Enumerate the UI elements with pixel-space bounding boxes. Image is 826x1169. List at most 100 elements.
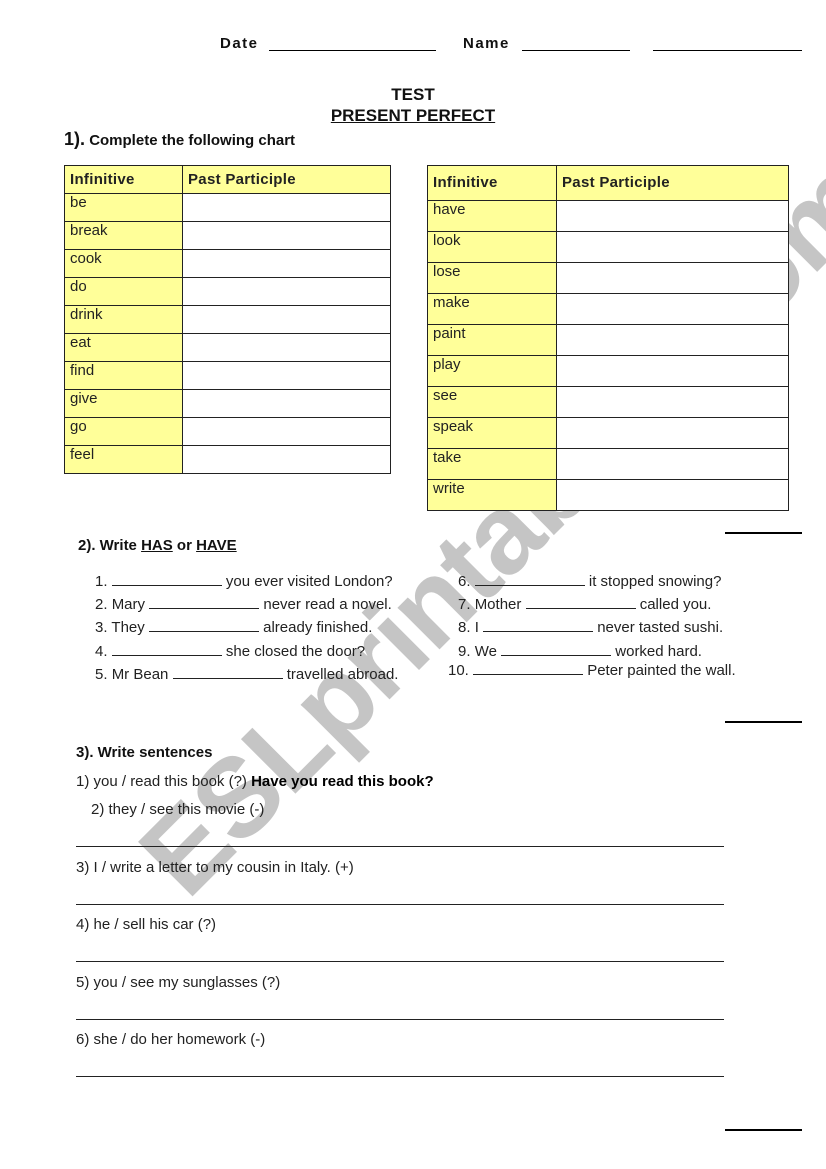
item-rest: Peter painted the wall. xyxy=(587,662,736,679)
item-subject: I xyxy=(474,619,479,636)
item-rest: travelled abroad. xyxy=(286,666,399,683)
item-number: 1. xyxy=(95,573,108,590)
item-rest: already finished. xyxy=(263,619,373,636)
name-label: Name xyxy=(463,35,510,52)
exercise2-item: 2. Mary never read a novel. xyxy=(95,595,392,613)
exercise2-item: 10. Peter painted the wall. xyxy=(448,661,736,679)
date-label: Date xyxy=(220,35,259,52)
table-row: look xyxy=(427,231,789,263)
answer-blank[interactable] xyxy=(483,618,594,632)
item-rest: it stopped snowing? xyxy=(588,573,722,590)
item-subject: We xyxy=(474,643,497,660)
past-participle-cell[interactable] xyxy=(182,417,391,446)
past-participle-cell[interactable] xyxy=(182,445,391,474)
past-participle-cell[interactable] xyxy=(556,355,789,387)
item-number: 5. xyxy=(95,666,108,683)
item-rest: worked hard. xyxy=(615,643,702,660)
past-participle-cell[interactable] xyxy=(556,293,789,325)
item-number: 4. xyxy=(95,643,108,660)
item-subject: Mother xyxy=(474,596,522,613)
infinitive-cell: take xyxy=(427,448,557,480)
table-row: write xyxy=(427,479,789,511)
section2-heading: 2). Write HAS or HAVE xyxy=(78,537,237,554)
item-number: 3. xyxy=(95,619,108,636)
section1-number: 1). xyxy=(64,129,86,149)
extra-field[interactable] xyxy=(653,50,802,51)
answer-line[interactable] xyxy=(76,904,724,905)
past-participle-cell[interactable] xyxy=(182,389,391,418)
answer-blank[interactable] xyxy=(148,618,259,632)
or-word: or xyxy=(176,537,192,554)
infinitive-cell: break xyxy=(64,221,183,250)
infinitive-cell: lose xyxy=(427,262,557,294)
score-line-1[interactable] xyxy=(725,532,802,534)
past-participle-cell[interactable] xyxy=(556,324,789,356)
answer-line[interactable] xyxy=(76,961,724,962)
has-word: HAS xyxy=(141,537,173,554)
answer-blank[interactable] xyxy=(474,572,585,586)
infinitive-cell: cook xyxy=(64,249,183,278)
answer-blank[interactable] xyxy=(111,642,222,656)
item-rest: called you. xyxy=(639,596,712,613)
section2-prefix: 2). Write xyxy=(78,537,137,554)
answer-blank[interactable] xyxy=(172,665,283,679)
header-past-participle: Past Participle xyxy=(182,165,391,194)
item-number: 6. xyxy=(458,573,471,590)
past-participle-cell[interactable] xyxy=(556,417,789,449)
answer-line[interactable] xyxy=(76,1076,724,1077)
infinitive-cell: find xyxy=(64,361,183,390)
past-participle-cell[interactable] xyxy=(556,448,789,480)
item-number: 9. xyxy=(458,643,471,660)
past-participle-cell[interactable] xyxy=(556,200,789,232)
example-sentence: 1) you / read this book (?) Have you rea… xyxy=(76,773,434,790)
score-line-2[interactable] xyxy=(725,721,802,723)
past-participle-cell[interactable] xyxy=(182,333,391,362)
infinitive-cell: speak xyxy=(427,417,557,449)
name-field[interactable] xyxy=(522,50,630,51)
past-participle-cell[interactable] xyxy=(556,386,789,418)
answer-blank[interactable] xyxy=(501,642,612,656)
example-answer: Have you read this book? xyxy=(251,773,434,790)
table-row: see xyxy=(427,386,789,418)
item-subject: They xyxy=(111,619,145,636)
answer-blank[interactable] xyxy=(149,595,260,609)
date-field[interactable] xyxy=(269,50,436,51)
item-number: 2. xyxy=(95,596,108,613)
answer-line[interactable] xyxy=(76,1019,724,1020)
sentence-prompt: 6) she / do her homework (-) xyxy=(76,1031,266,1048)
infinitive-cell: play xyxy=(427,355,557,387)
answer-blank[interactable] xyxy=(473,661,584,675)
verb-table-left: Infinitive Past Participle be break cook do… xyxy=(64,165,391,474)
verb-table-right: Infinitive Past Participle have look lose m… xyxy=(427,165,789,511)
sentence-prompt: 4) he / sell his car (?) xyxy=(76,916,217,933)
past-participle-cell[interactable] xyxy=(182,193,391,222)
past-participle-cell[interactable] xyxy=(182,305,391,334)
infinitive-cell: look xyxy=(427,231,557,263)
section1-heading: 1). Complete the following chart xyxy=(64,129,295,150)
header-past-participle: Past Participle xyxy=(556,165,789,201)
past-participle-cell[interactable] xyxy=(182,277,391,306)
score-line-3[interactable] xyxy=(725,1129,802,1131)
infinitive-cell: be xyxy=(64,193,183,222)
infinitive-cell: go xyxy=(64,417,183,446)
answer-line[interactable] xyxy=(76,846,724,847)
past-participle-cell[interactable] xyxy=(556,231,789,263)
past-participle-cell[interactable] xyxy=(182,361,391,390)
section1-title: Complete the following chart xyxy=(89,132,296,149)
past-participle-cell[interactable] xyxy=(182,249,391,278)
table-row: do xyxy=(64,277,391,306)
section3-heading: 3). Write sentences xyxy=(76,744,213,761)
answer-blank[interactable] xyxy=(525,595,636,609)
table-row: cook xyxy=(64,249,391,278)
exercise2-item: 3. They already finished. xyxy=(95,618,372,636)
sentence-prompt: 2) they / see this movie (-) xyxy=(91,801,265,818)
table-row: make xyxy=(427,293,789,325)
answer-blank[interactable] xyxy=(111,572,222,586)
item-number: 10. xyxy=(448,662,469,679)
past-participle-cell[interactable] xyxy=(182,221,391,250)
past-participle-cell[interactable] xyxy=(556,262,789,294)
past-participle-cell[interactable] xyxy=(556,479,789,511)
infinitive-cell: see xyxy=(427,386,557,418)
exercise2-item: 8. I never tasted sushi. xyxy=(458,618,723,636)
infinitive-cell: paint xyxy=(427,324,557,356)
